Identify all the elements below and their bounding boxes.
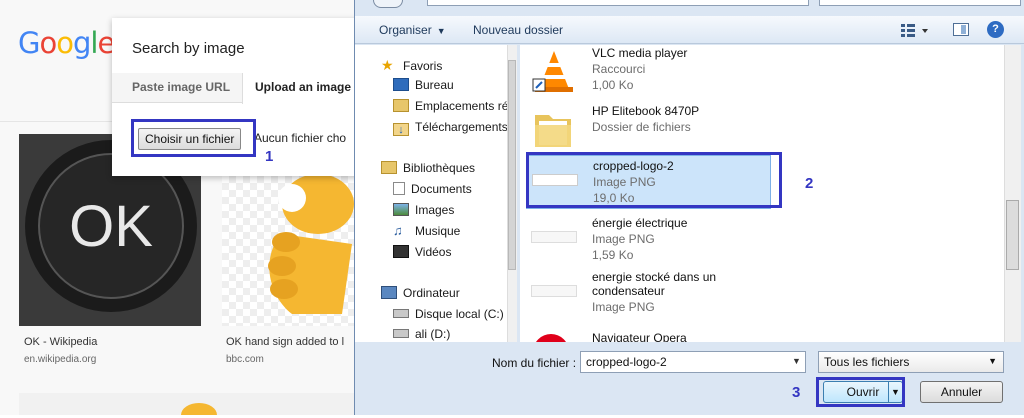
address-bar bbox=[363, 0, 1023, 8]
nav-item-desktop[interactable]: Bureau bbox=[393, 78, 454, 96]
file-type: Dossier de fichiers bbox=[592, 120, 691, 134]
recent-places-icon bbox=[393, 99, 409, 112]
file-name: Navigateur Opera bbox=[592, 331, 687, 342]
annotation-box-3 bbox=[816, 377, 905, 407]
nav-label: Favoris bbox=[403, 59, 443, 73]
nav-label: Documents bbox=[411, 182, 472, 196]
search-field[interactable] bbox=[819, 0, 1021, 6]
file-item[interactable]: énergie électrique Image PNG 1,59 Ko bbox=[526, 213, 771, 267]
file-name-line2: condensateur bbox=[592, 284, 665, 298]
dropdown-arrow-icon: ▼ bbox=[436, 26, 446, 36]
file-name: HP Elitebook 8470P bbox=[592, 104, 700, 118]
help-icon[interactable]: ? bbox=[987, 21, 1004, 38]
nav-computer[interactable]: Ordinateur bbox=[381, 286, 460, 304]
nav-label: Musique bbox=[415, 224, 461, 238]
drive-icon bbox=[393, 309, 409, 318]
nav-item-documents[interactable]: Documents bbox=[393, 182, 472, 200]
filetype-value: Tous les fichiers bbox=[824, 355, 910, 369]
file-item[interactable]: VLC media player Raccourci 1,00 Ko bbox=[526, 45, 771, 97]
file-item[interactable]: energie stocké dans un condensateur Imag… bbox=[526, 267, 771, 321]
file-name: energie stocké dans un bbox=[592, 270, 717, 284]
result-title[interactable]: OK hand sign added to l bbox=[226, 336, 344, 348]
folder-icon bbox=[531, 107, 577, 151]
path-field[interactable] bbox=[427, 0, 809, 6]
annotation-label-2: 2 bbox=[805, 175, 814, 192]
tab-upload-image[interactable]: Upload an image bbox=[242, 73, 360, 104]
file-list-scrollbar[interactable] bbox=[1004, 45, 1021, 342]
file-size: 1,59 Ko bbox=[592, 248, 634, 262]
nav-label: Vidéos bbox=[415, 245, 452, 259]
filetype-select[interactable]: Tous les fichiers ▼ bbox=[818, 351, 1004, 373]
chevron-down-icon: ▼ bbox=[988, 356, 997, 366]
file-type: Image PNG bbox=[592, 300, 655, 314]
file-item[interactable]: Navigateur Opera bbox=[526, 328, 771, 342]
nav-label: Bibliothèques bbox=[403, 161, 476, 175]
nav-item-drive-d[interactable]: ali (D:) bbox=[393, 327, 450, 342]
organize-menu[interactable]: Organiser ▼ bbox=[379, 23, 446, 37]
annotation-box-2 bbox=[526, 152, 782, 208]
nav-item-videos[interactable]: Vidéos bbox=[393, 245, 451, 263]
nav-label: Téléchargements bbox=[415, 120, 508, 134]
nav-item-downloads[interactable]: ↓ Téléchargements bbox=[393, 120, 508, 138]
nav-label: Bureau bbox=[415, 78, 454, 92]
vlc-icon bbox=[531, 49, 577, 93]
nav-item-drive-c[interactable]: Disque local (C:) bbox=[393, 307, 504, 325]
filename-label: Nom du fichier : bbox=[492, 356, 577, 370]
images-icon bbox=[393, 203, 409, 216]
command-bar: Organiser ▼ Nouveau dossier ? bbox=[355, 16, 1024, 44]
file-name: VLC media player bbox=[592, 46, 688, 60]
file-size: 1,00 Ko bbox=[592, 78, 634, 92]
filename-dropdown-icon[interactable]: ▼ bbox=[792, 356, 801, 366]
nav-libraries[interactable]: Bibliothèques bbox=[381, 161, 475, 179]
no-file-label: Aucun fichier cho bbox=[254, 131, 347, 145]
drive-icon bbox=[393, 329, 409, 338]
organize-label: Organiser bbox=[379, 23, 432, 37]
desktop-icon bbox=[393, 78, 409, 91]
videos-icon bbox=[393, 245, 409, 258]
new-folder-button[interactable]: Nouveau dossier bbox=[473, 23, 563, 37]
annotation-label-1: 1 bbox=[265, 148, 274, 165]
tab-paste-image-url[interactable]: Paste image URL bbox=[132, 80, 230, 94]
png-thumbnail-icon bbox=[531, 285, 577, 297]
downloads-icon: ↓ bbox=[393, 123, 409, 136]
file-type: Raccourci bbox=[592, 62, 646, 76]
result-site: en.wikipedia.org bbox=[24, 354, 97, 365]
cancel-button[interactable]: Annuler bbox=[920, 381, 1003, 403]
documents-icon bbox=[393, 182, 405, 195]
computer-icon bbox=[381, 286, 397, 299]
file-list-scrollbar-thumb[interactable] bbox=[1006, 200, 1019, 270]
result-title[interactable]: OK - Wikipedia bbox=[24, 336, 97, 348]
filename-input[interactable]: cropped-logo-2 bbox=[580, 351, 806, 373]
nav-item-images[interactable]: Images bbox=[393, 203, 454, 221]
navigation-pane: ★ Favoris Bureau Emplacements ré ↓ Télécha… bbox=[355, 45, 515, 342]
libraries-icon bbox=[381, 161, 397, 174]
tab-bar: Paste image URL Upload an image bbox=[112, 73, 360, 104]
file-item[interactable]: HP Elitebook 8470P Dossier de fichiers bbox=[526, 101, 771, 155]
back-forward-buttons[interactable] bbox=[373, 0, 403, 8]
music-icon: ♫ bbox=[393, 223, 403, 238]
file-type: Image PNG bbox=[592, 232, 655, 246]
nav-favorites[interactable]: ★ Favoris bbox=[381, 57, 442, 75]
view-options-icon[interactable] bbox=[900, 21, 930, 39]
nav-label: Disque local (C:) bbox=[415, 307, 504, 321]
nav-label: ali (D:) bbox=[415, 327, 451, 341]
file-name: énergie électrique bbox=[592, 216, 688, 230]
nav-label: Ordinateur bbox=[403, 286, 460, 300]
preview-pane-icon[interactable] bbox=[953, 23, 969, 36]
nav-label: Images bbox=[415, 203, 455, 217]
result-image-text: OK bbox=[69, 194, 153, 259]
opera-icon bbox=[531, 334, 577, 342]
panel-title: Search by image bbox=[132, 40, 245, 57]
google-logo[interactable]: Google bbox=[18, 26, 115, 60]
nav-label: Emplacements ré bbox=[415, 99, 509, 113]
result-site: bbc.com bbox=[226, 354, 264, 365]
nav-item-recent[interactable]: Emplacements ré bbox=[393, 99, 508, 117]
annotation-box-1 bbox=[131, 119, 256, 157]
png-thumbnail-icon bbox=[531, 231, 577, 243]
nav-scrollbar-thumb[interactable] bbox=[508, 60, 516, 270]
annotation-label-3: 3 bbox=[792, 384, 801, 401]
nav-item-music[interactable]: ♫ Musique bbox=[393, 224, 460, 242]
more-results bbox=[19, 393, 359, 418]
star-icon: ★ bbox=[381, 57, 394, 73]
